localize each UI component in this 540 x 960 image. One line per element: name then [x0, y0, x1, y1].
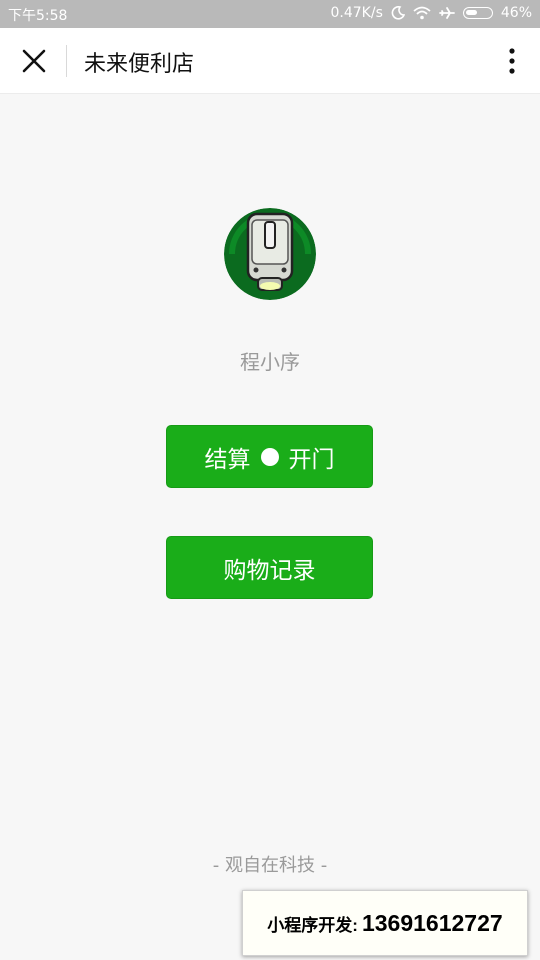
- nav-bar: 未来便利店: [0, 28, 540, 94]
- ad-label: 小程序开发:: [267, 915, 358, 935]
- robot-avatar-icon: [224, 208, 316, 300]
- footer-text: - 观自在科技 -: [212, 855, 328, 876]
- nav-divider: [66, 45, 67, 77]
- network-speed: 0.47K/s: [330, 5, 383, 21]
- purchase-history-button[interactable]: 购物记录: [166, 536, 373, 599]
- ad-banner[interactable]: 小程序开发: 13691612727: [242, 890, 528, 956]
- status-bar: 下午5:58 0.47K/s 46%: [0, 0, 540, 28]
- wifi-icon: [413, 6, 431, 20]
- avatar: [224, 208, 316, 300]
- more-vertical-icon[interactable]: [502, 45, 522, 77]
- battery-percent: 46%: [500, 5, 532, 21]
- open-door-label: 开门: [288, 446, 335, 473]
- close-icon[interactable]: [18, 45, 50, 77]
- battery-icon: [462, 7, 493, 19]
- status-time: 下午5:58: [8, 8, 68, 24]
- airplane-icon: [438, 6, 455, 20]
- page-title: 未来便利店: [84, 52, 195, 77]
- checkout-open-door-button[interactable]: 结算 开门: [166, 425, 373, 488]
- checkout-label: 结算: [204, 446, 251, 473]
- ad-phone: 13691612727: [361, 909, 503, 936]
- status-right: 0.47K/s 46%: [331, 5, 533, 21]
- moon-icon: [391, 6, 405, 20]
- username: 程小序: [240, 350, 300, 374]
- dot-separator-icon: [260, 447, 279, 466]
